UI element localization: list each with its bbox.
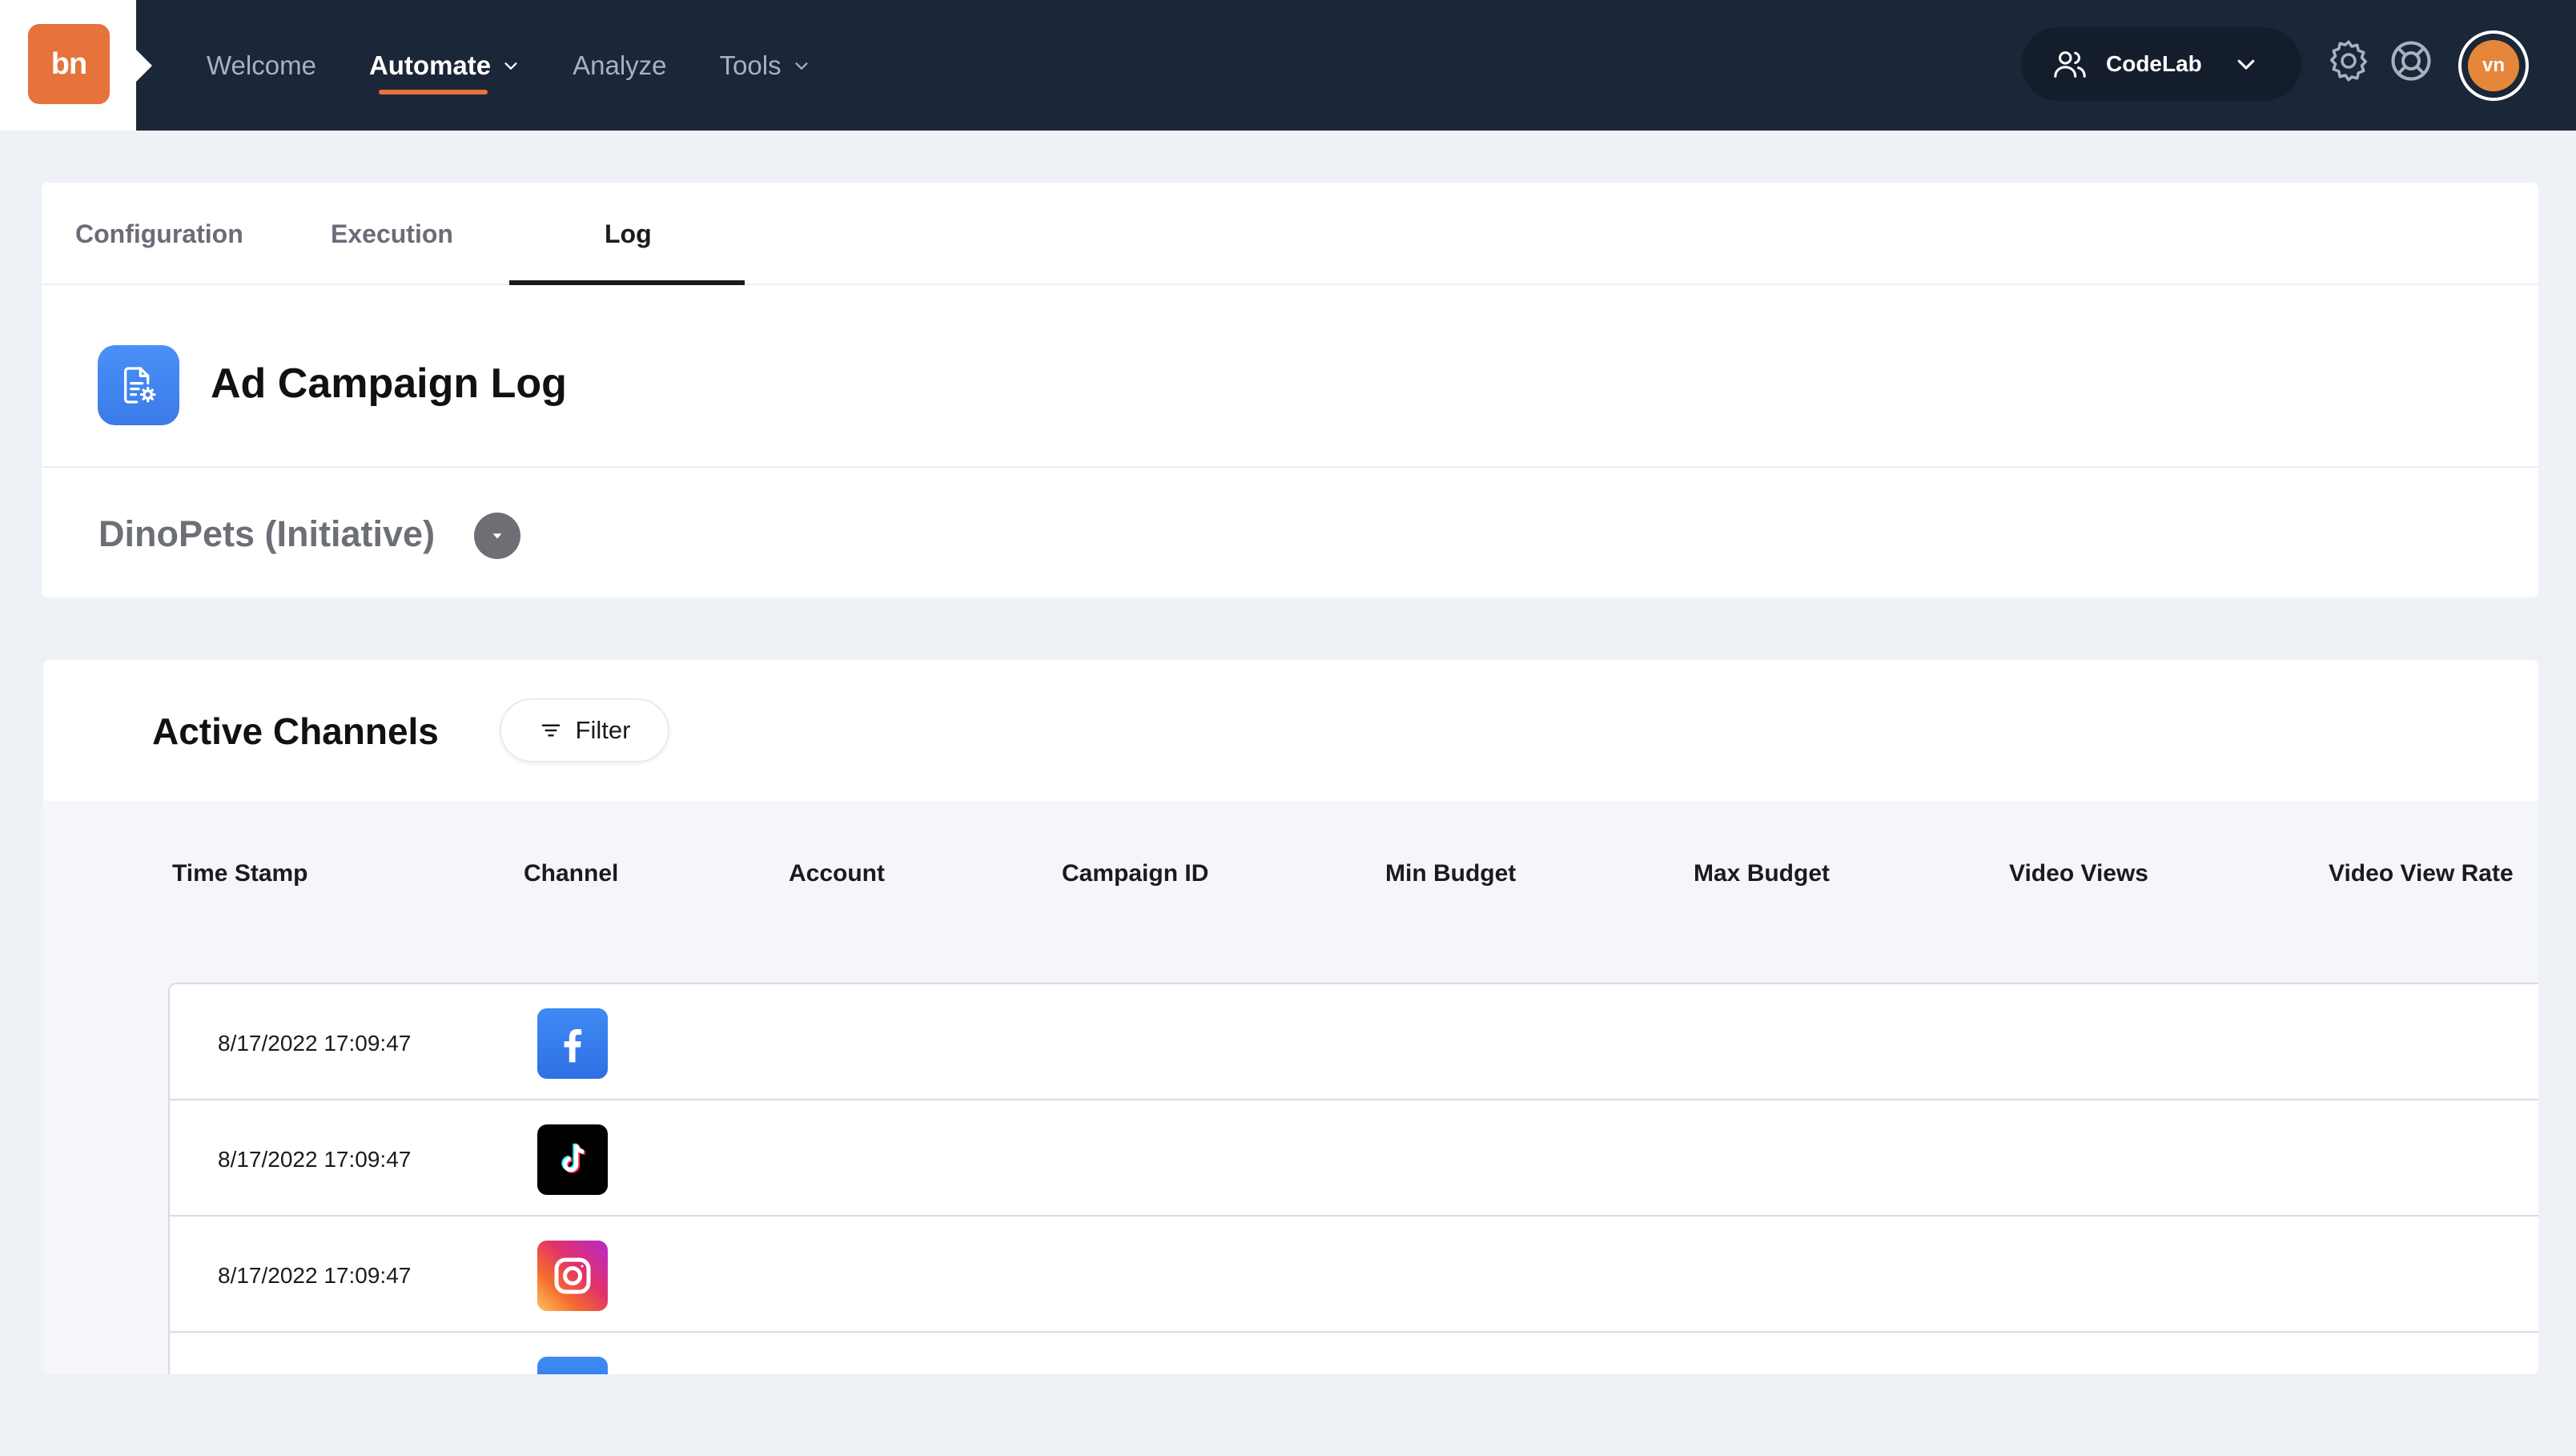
- gear-icon: [2330, 40, 2367, 82]
- active-channels-card: Active Channels Filter Time Stamp Channe…: [43, 660, 2538, 1374]
- timestamp-cell: 8/17/2022 17:09:47: [218, 1147, 412, 1172]
- active-channels-header: Active Channels Filter: [43, 660, 2538, 801]
- page-title: Ad Campaign Log: [211, 360, 567, 407]
- filter-button[interactable]: Filter: [500, 698, 669, 762]
- users-icon: [2054, 51, 2086, 78]
- tab-log[interactable]: Log: [605, 183, 652, 285]
- active-nav-indicator: [378, 90, 488, 95]
- settings-button[interactable]: [2325, 37, 2373, 85]
- tab-execution[interactable]: Execution: [331, 183, 453, 285]
- document-settings-icon: [98, 345, 179, 425]
- facebook-icon: [537, 1357, 608, 1374]
- nav-item-label: Welcome: [207, 50, 316, 80]
- top-navigation-bar: bn Welcome Automate Analyze Tools CodeLa…: [0, 0, 2576, 131]
- avatar-initials: vn: [2468, 40, 2519, 91]
- channels-table-body: 8/17/2022 17:09:47 8/17/2022 17:09:47 8/…: [168, 983, 2538, 1374]
- tab-label: Configuration: [75, 219, 243, 248]
- section-title: Active Channels: [152, 710, 439, 752]
- column-header-time-stamp[interactable]: Time Stamp: [172, 860, 308, 887]
- column-header-channel[interactable]: Channel: [524, 860, 618, 887]
- filter-label: Filter: [575, 716, 631, 744]
- caret-down-icon: [492, 533, 502, 539]
- initiative-name[interactable]: DinoPets (Initiative): [98, 513, 435, 555]
- nav-item-label: Tools: [719, 50, 782, 80]
- help-button[interactable]: [2387, 37, 2435, 85]
- table-row[interactable]: [170, 1333, 2538, 1374]
- instagram-icon: [537, 1241, 608, 1311]
- workspace-name: CodeLab: [2106, 51, 2202, 76]
- user-avatar[interactable]: vn: [2458, 30, 2529, 101]
- chevron-down-icon: [504, 62, 517, 70]
- column-header-campaign-id[interactable]: Campaign ID: [1062, 860, 1208, 887]
- table-row[interactable]: 8/17/2022 17:09:47: [170, 1100, 2538, 1217]
- timestamp-cell: 8/17/2022 17:09:47: [218, 1031, 412, 1056]
- nav-item-tools[interactable]: Tools: [720, 0, 810, 131]
- column-header-max-budget[interactable]: Max Budget: [1694, 860, 1830, 887]
- logo-container: bn: [0, 0, 136, 131]
- column-header-min-budget[interactable]: Min Budget: [1385, 860, 1516, 887]
- initiative-dropdown-button[interactable]: [474, 513, 520, 559]
- column-header-account[interactable]: Account: [789, 860, 885, 887]
- active-tab-indicator: [509, 280, 745, 285]
- facebook-icon: [537, 1008, 608, 1079]
- table-row[interactable]: 8/17/2022 17:09:47: [170, 984, 2538, 1100]
- app-logo[interactable]: bn: [28, 24, 110, 104]
- logo-pointer: [135, 48, 152, 83]
- nav-item-label: Analyze: [573, 50, 667, 80]
- tab-bar: Configuration Execution Log: [42, 183, 2538, 285]
- filter-icon: [541, 724, 560, 737]
- nav-item-label: Automate: [368, 50, 492, 80]
- workspace-switcher[interactable]: CodeLab: [2021, 27, 2301, 101]
- tiktok-icon: [537, 1124, 608, 1195]
- nav-item-welcome[interactable]: Welcome: [207, 0, 316, 131]
- tab-configuration[interactable]: Configuration: [75, 183, 243, 285]
- column-header-video-views[interactable]: Video Views: [2009, 860, 2148, 887]
- header-divider: [42, 466, 2538, 468]
- column-header-video-view-rate[interactable]: Video View Rate: [2329, 860, 2514, 887]
- chevron-down-icon: [2237, 59, 2255, 70]
- chevron-down-icon: [795, 62, 808, 70]
- tab-label: Log: [605, 219, 652, 248]
- timestamp-cell: 8/17/2022 17:09:47: [218, 1263, 412, 1288]
- nav-item-analyze[interactable]: Analyze: [573, 0, 666, 131]
- main-nav: Welcome Automate Analyze Tools: [207, 0, 863, 131]
- tab-label: Execution: [331, 219, 453, 248]
- table-row[interactable]: 8/17/2022 17:09:47: [170, 1217, 2538, 1333]
- lifebuoy-icon: [2391, 41, 2431, 81]
- nav-item-automate[interactable]: Automate: [369, 0, 520, 131]
